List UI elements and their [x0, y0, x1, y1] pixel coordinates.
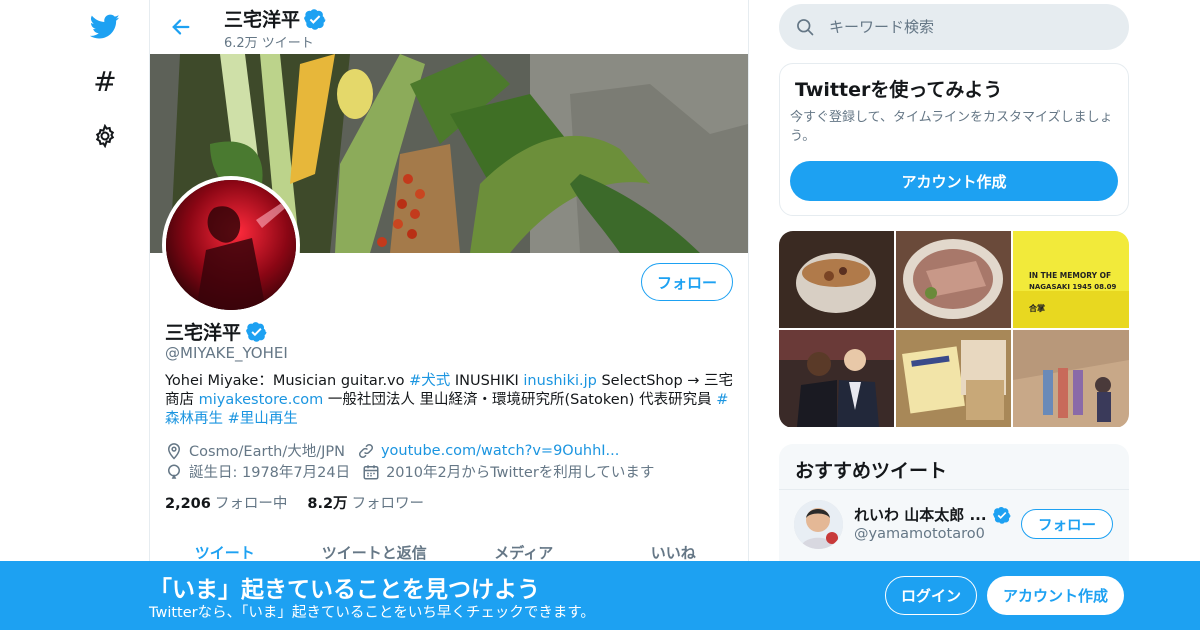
media-grid: IN THE MEMORY OF NAGASAKI 1945 08.09 合掌	[779, 231, 1129, 428]
balloon-icon	[167, 463, 181, 479]
profile-avatar[interactable]	[162, 176, 300, 314]
media-thumbnail[interactable]	[779, 231, 894, 328]
page: # 三宅洋平 6.2万 ツイート フォロー 三宅洋平 @MIYAKE_YOHEI…	[0, 0, 1200, 630]
birthday-text: 誕生日: 1978年7月24日	[189, 465, 351, 481]
memorial-text-line2: NAGASAKI 1945 08.09	[1029, 283, 1117, 291]
media-thumbnail[interactable]: IN THE MEMORY OF NAGASAKI 1945 08.09 合掌	[1013, 231, 1129, 328]
media-thumbnail[interactable]	[896, 330, 1011, 427]
header-title: 三宅洋平	[224, 5, 326, 32]
media-thumbnail[interactable]	[779, 330, 894, 427]
verified-badge-icon	[304, 8, 326, 30]
tweet-count: 6.2万 ツイート	[224, 36, 314, 51]
media-thumbnail[interactable]	[1013, 330, 1129, 427]
left-nav: #	[80, 0, 130, 630]
profile-column: 三宅洋平 6.2万 ツイート フォロー 三宅洋平 @MIYAKE_YOHEI Y…	[149, 0, 749, 630]
create-account-button[interactable]: アカウント作成	[790, 161, 1118, 201]
location-text: Cosmo/Earth/大地/JPN	[189, 444, 345, 460]
divider	[779, 489, 1129, 490]
signup-card: Twitterを使ってみよう 今すぐ登録して、タイムラインをカスタマイズしましょ…	[779, 63, 1129, 216]
bio-url-link[interactable]: inushiki.jp	[523, 373, 596, 389]
bio-text: 一般社団法人 里山経済・環境研究所(Satoken) 代表研究員	[323, 392, 717, 408]
calendar-icon	[363, 464, 379, 479]
recommended-follow-button[interactable]: フォロー	[1021, 509, 1113, 539]
recommended-handle: @yamamototaro0	[854, 526, 985, 542]
bio-text: INUSHIKI	[450, 373, 524, 389]
profile-meta-row-2: 誕生日: 1978年7月24日 2010年2月からTwitterを利用しています	[165, 461, 654, 482]
profile-header: 三宅洋平 6.2万 ツイート	[150, 0, 748, 54]
back-arrow-icon[interactable]	[166, 12, 196, 42]
bio-hashtag-link[interactable]: #犬式	[409, 373, 450, 389]
signup-prompt-bar: 「いま」起きていることを見つけよう Twitterなら、「いま」起きていることを…	[0, 561, 1200, 630]
profile-meta-row-1: Cosmo/Earth/大地/JPN youtube.com/watch?v=9…	[165, 440, 619, 461]
followers-label: フォロワー	[351, 496, 425, 512]
profile-bio: Yohei Miyake：Musician guitar.vo #犬式 INUS…	[165, 372, 735, 429]
login-button[interactable]: ログイン	[885, 576, 977, 615]
birthday: 誕生日: 1978年7月24日	[165, 461, 350, 482]
hashtag-icon[interactable]: #	[88, 64, 122, 98]
following-label: フォロー中	[214, 496, 288, 512]
header-name: 三宅洋平	[224, 9, 301, 31]
media-thumbnail[interactable]	[896, 231, 1011, 328]
join-date: 2010年2月からTwitterを利用しています	[362, 461, 654, 482]
following-count: 2,206	[165, 496, 211, 512]
profile-name: 三宅洋平	[165, 322, 242, 344]
following-count-link[interactable]: 2,206 フォロー中	[165, 492, 287, 513]
bio-url-link[interactable]: miyakestore.com	[199, 392, 324, 408]
recommended-title: おすすめツイート	[795, 460, 948, 482]
recommended-name: れいわ 山本太郎 ...	[854, 506, 987, 524]
location: Cosmo/Earth/大地/JPN	[165, 440, 345, 461]
signup-card-subtitle: 今すぐ登録して、タイムラインをカスタマイズしましょう。	[790, 110, 1113, 144]
link-icon	[358, 443, 373, 458]
search-icon	[797, 19, 814, 36]
recommended-name-row[interactable]: れいわ 山本太郎 ...	[854, 504, 1011, 525]
memorial-text-line1: IN THE MEMORY OF	[1029, 271, 1111, 280]
memorial-text-line3: 合掌	[1028, 303, 1045, 313]
profile-name-row: 三宅洋平	[165, 318, 267, 345]
bio-hashtag-link[interactable]: #里山再生	[228, 411, 298, 427]
followers-count: 8.2万	[307, 496, 348, 512]
search-input[interactable]	[829, 18, 1109, 36]
verified-badge-icon	[992, 506, 1011, 524]
location-pin-icon	[167, 442, 181, 460]
signup-card-title: Twitterを使ってみよう	[795, 79, 1003, 101]
follow-button[interactable]: フォロー	[641, 263, 733, 301]
website-link[interactable]: youtube.com/watch?v=9OuhhI...	[381, 443, 619, 459]
profile-handle: @MIYAKE_YOHEI	[165, 344, 288, 362]
recommended-avatar[interactable]	[794, 500, 843, 549]
verified-badge-icon	[246, 321, 267, 342]
followers-count-link[interactable]: 8.2万 フォロワー	[307, 492, 424, 513]
gear-icon[interactable]	[88, 119, 122, 153]
signup-button[interactable]: アカウント作成	[987, 576, 1124, 615]
prompt-title: 「いま」起きていることを見つけよう	[149, 577, 540, 603]
bio-text: Yohei Miyake：Musician guitar.vo	[165, 373, 410, 389]
search-box[interactable]	[779, 4, 1129, 50]
twitter-bird-icon[interactable]	[88, 10, 122, 44]
prompt-subtitle: Twitterなら、「いま」起きていることをいち早くチェックできます。	[149, 605, 595, 621]
follow-counts: 2,206 フォロー中 8.2万 フォロワー	[165, 492, 424, 513]
website: youtube.com/watch?v=9OuhhI...	[357, 442, 619, 460]
join-date-text: 2010年2月からTwitterを利用しています	[386, 465, 655, 481]
